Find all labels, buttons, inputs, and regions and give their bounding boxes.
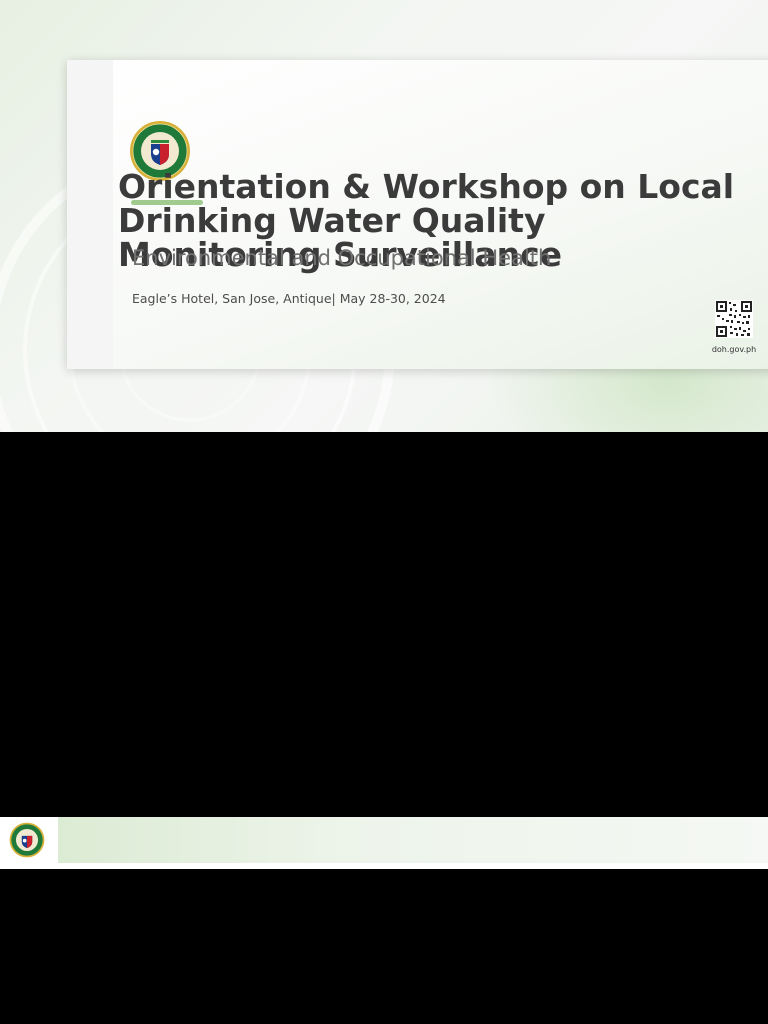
- slide-2: [0, 817, 768, 869]
- viewer-background: [0, 432, 768, 817]
- slide-subtitle: Environmental and Occupational Health: [132, 246, 552, 270]
- event-details: Eagle’s Hotel, San Jose, Antique| May 28…: [132, 291, 446, 306]
- card-side-strip: [67, 60, 113, 369]
- viewer-background-bottom: [0, 869, 768, 1024]
- document-viewer: Orientation & Workshop on Local Drinking…: [0, 0, 768, 1024]
- qr-caption: doh.gov.ph: [711, 345, 757, 354]
- slide-header-band: [58, 817, 768, 863]
- doh-seal-icon: [9, 822, 45, 858]
- slide-1: Orientation & Workshop on Local Drinking…: [0, 0, 768, 432]
- qr-code-icon: [715, 300, 753, 338]
- title-card: Orientation & Workshop on Local Drinking…: [67, 60, 768, 369]
